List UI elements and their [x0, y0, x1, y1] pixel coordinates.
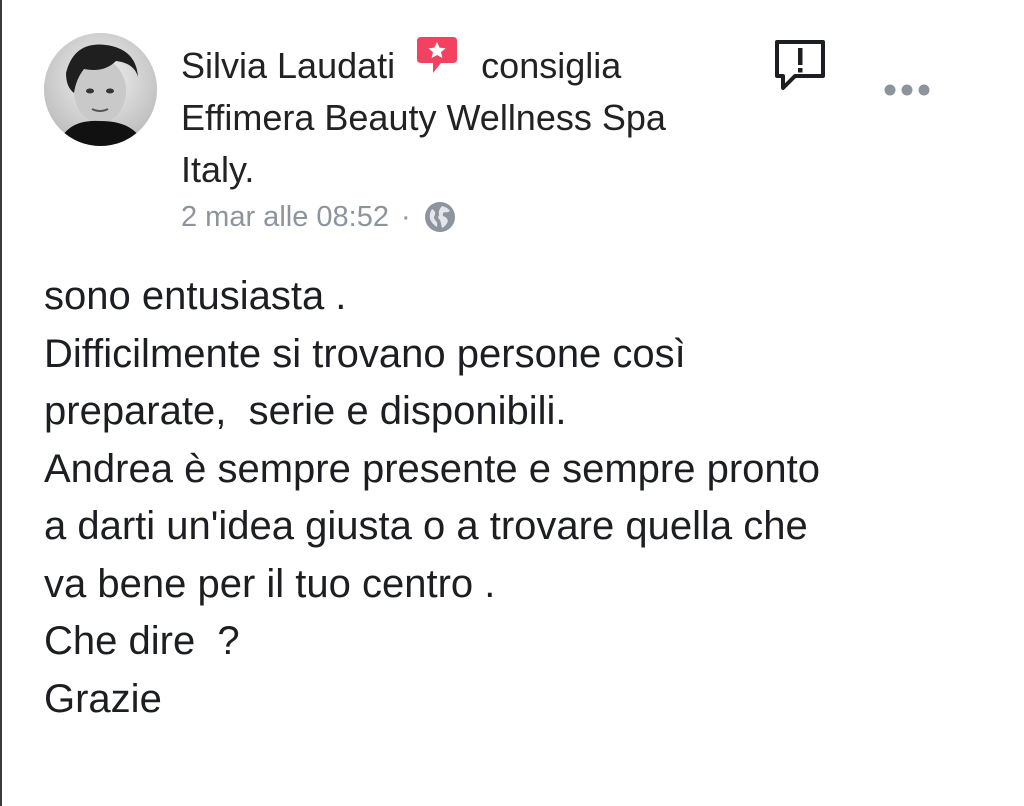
- more-options-icon[interactable]: [882, 80, 932, 100]
- post-text-line: a darti un'idea giusta o a trovare quell…: [44, 504, 808, 548]
- post-header: Silvia Laudati consiglia Effimera Beauty…: [181, 37, 666, 196]
- page-name-link[interactable]: Effimera Beauty Wellness Spa: [181, 92, 666, 144]
- author-avatar[interactable]: [44, 33, 157, 146]
- post-text-line: Grazie: [44, 676, 162, 721]
- post-text-line: Andrea è sempre presente e sempre pronto: [44, 446, 820, 491]
- post-text-line: Difficilmente si trovano persone così: [44, 331, 686, 376]
- report-icon[interactable]: [771, 36, 829, 94]
- post-meta: 2 mar alle 08:52 ·: [181, 200, 457, 234]
- author-name[interactable]: Silvia Laudati: [181, 45, 395, 86]
- globe-icon: [424, 202, 455, 232]
- recommend-action: consiglia: [481, 45, 622, 86]
- recommendation-badge-icon: [417, 37, 458, 73]
- avatar-photo: [44, 33, 157, 146]
- location-text: Italy.: [181, 149, 255, 190]
- post-text-line: preparate, serie e disponibili.: [44, 389, 567, 433]
- post-text-line: sono entusiasta .: [44, 274, 347, 318]
- post-text-line: va bene per il tuo centro .: [44, 561, 496, 606]
- header-line-1: Silvia Laudati consiglia: [181, 37, 666, 92]
- post-text-line: Che dire ?: [44, 619, 240, 663]
- post-body: sono entusiasta . Difficilmente si trova…: [44, 268, 820, 728]
- left-border: [0, 0, 2, 806]
- timestamp[interactable]: 2 mar alle 08:52: [181, 201, 389, 234]
- meta-separator: ·: [400, 200, 411, 233]
